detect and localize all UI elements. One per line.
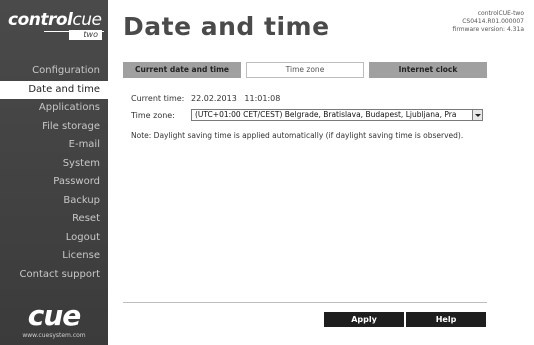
sidebar-item-configuration[interactable]: Configuration	[0, 62, 108, 81]
firmware-version: firmware version: 4.31a	[452, 26, 524, 33]
help-button[interactable]: Help	[406, 312, 486, 327]
sidebar-item-system[interactable]: System	[0, 155, 108, 174]
timezone-select[interactable]: (UTC+01:00 CET/CEST) Belgrade, Bratislav…	[191, 109, 483, 121]
current-time-value: 22.02.2013 11:01:08	[191, 94, 281, 103]
logo-brand: controlcue	[8, 10, 102, 30]
controlcue-logo: controlcue two	[8, 10, 104, 44]
dst-note: Note: Daylight saving time is applied au…	[131, 131, 464, 140]
tab-bar: Current date and time Time zone Internet…	[123, 62, 487, 78]
timezone-row: Time zone: (UTC+01:00 CET/CEST) Belgrade,…	[131, 109, 483, 121]
device-code: CS0414.R01.000007	[462, 18, 524, 25]
sidebar-nav: Configuration Date and time Applications…	[0, 62, 114, 285]
sidebar: controlcue two Configuration Date and ti…	[0, 0, 114, 345]
footer-divider	[123, 302, 487, 303]
timezone-label: Time zone:	[131, 110, 175, 120]
tab-time-zone[interactable]: Time zone	[246, 62, 364, 78]
apply-button[interactable]: Apply	[324, 312, 404, 327]
tab-internet-clock[interactable]: Internet clock	[369, 62, 487, 78]
chevron-down-icon[interactable]	[472, 110, 482, 120]
sidebar-item-logout[interactable]: Logout	[0, 229, 108, 248]
tab-current-date-and-time[interactable]: Current date and time	[123, 62, 241, 78]
logo-sub: two	[69, 30, 102, 40]
sidebar-item-password[interactable]: Password	[0, 173, 108, 192]
cue-logo-text: cue	[27, 299, 82, 332]
device-name: controlCUE-two	[477, 10, 524, 17]
sidebar-item-email[interactable]: E-mail	[0, 136, 108, 155]
sidebar-item-contact-support[interactable]: Contact support	[0, 266, 108, 285]
sidebar-item-reset[interactable]: Reset	[0, 210, 108, 229]
sidebar-item-backup[interactable]: Backup	[0, 192, 108, 211]
sidebar-item-file-storage[interactable]: File storage	[0, 118, 108, 137]
sidebar-item-license[interactable]: License	[0, 247, 108, 266]
sidebar-item-applications[interactable]: Applications	[0, 99, 108, 118]
cue-footer-logo[interactable]: cue www.cuesystem.com	[0, 300, 108, 345]
page-title: Date and time	[123, 12, 330, 41]
current-time-label: Current time:	[131, 94, 185, 103]
cue-website-url: www.cuesystem.com	[22, 332, 86, 339]
sidebar-item-date-and-time[interactable]: Date and time	[0, 80, 114, 99]
current-time-row: Current time: 22.02.2013 11:01:08	[131, 94, 280, 103]
device-info: controlCUE-two CS0414.R01.000007 firmwar…	[453, 10, 524, 34]
timezone-selected-value: (UTC+01:00 CET/CEST) Belgrade, Bratislav…	[195, 110, 457, 119]
